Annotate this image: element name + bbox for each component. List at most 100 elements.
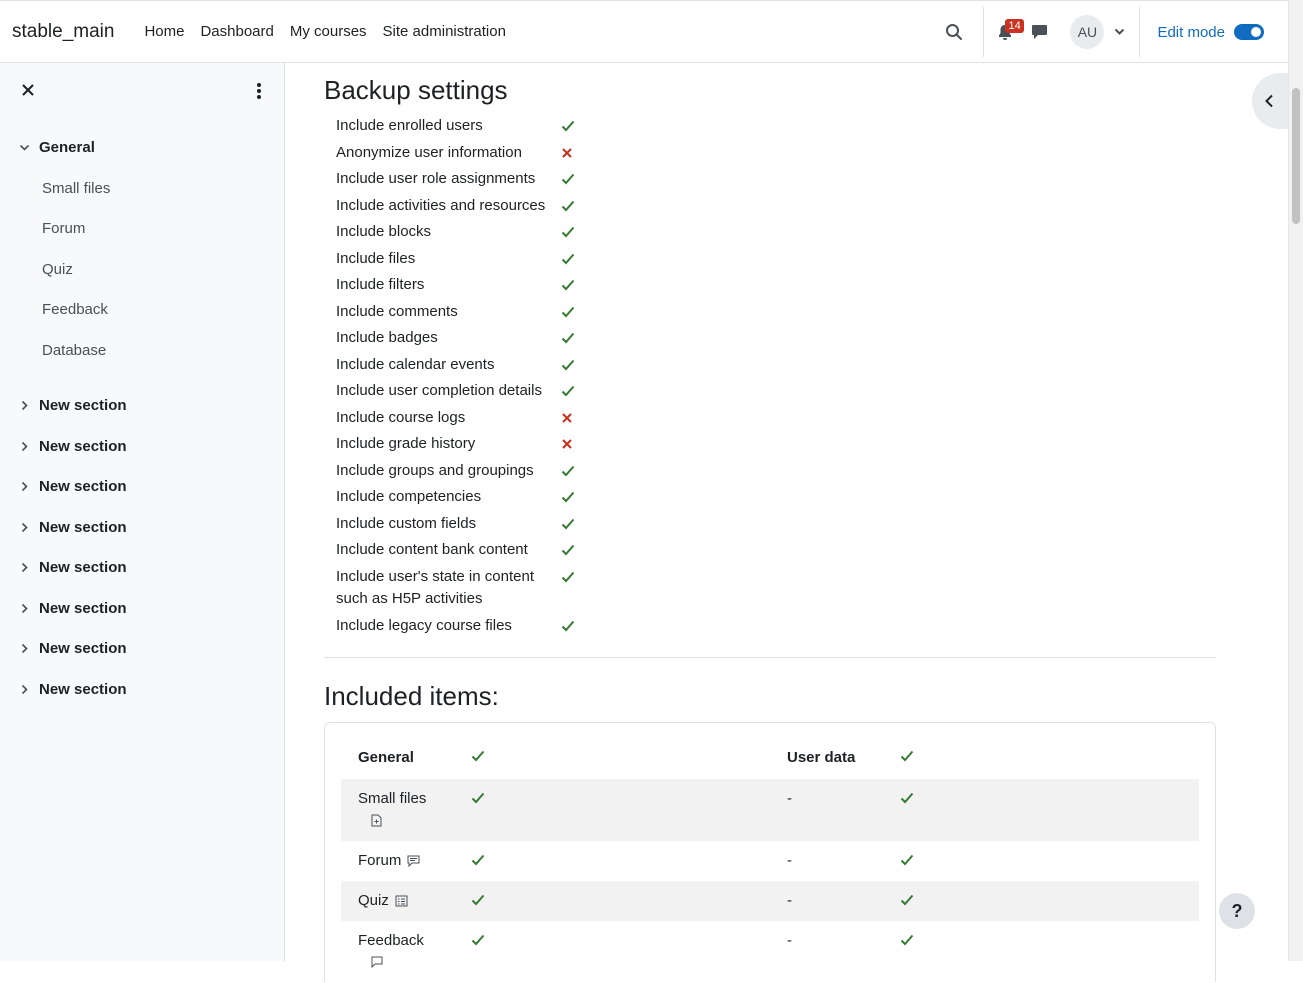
chevron-right-icon: [21, 684, 28, 695]
chevron-down-icon: [19, 144, 30, 151]
sidebar-section-general[interactable]: General: [19, 139, 95, 156]
nav-dashboard[interactable]: Dashboard: [200, 23, 273, 40]
user-menu-chevron-down-icon[interactable]: [1114, 23, 1125, 41]
chevron-right-icon: [21, 441, 28, 452]
placeholder-dash: -: [787, 790, 792, 807]
check-icon: [561, 384, 575, 398]
placeholder-dash: -: [787, 932, 792, 949]
file-icon: [365, 814, 382, 827]
backup-setting-label: Include files: [336, 250, 416, 267]
navbar-divider: [1139, 7, 1141, 57]
user-data-column-label: User data: [787, 749, 856, 766]
sidebar-item-forum[interactable]: Forum: [42, 220, 85, 237]
sidebar-item-database[interactable]: Database: [42, 342, 106, 359]
check-icon: [561, 119, 575, 133]
placeholder-dash: -: [787, 892, 792, 909]
cross-icon: [561, 146, 575, 160]
backup-setting-label: Include user role assignments: [336, 170, 536, 187]
check-icon: [465, 894, 485, 906]
sidebar-section-new-section[interactable]: New section: [19, 681, 127, 698]
check-icon: [561, 619, 575, 633]
help-button[interactable]: ?: [1219, 893, 1255, 929]
placeholder-dash: -: [787, 852, 792, 869]
nav-my-courses[interactable]: My courses: [290, 23, 367, 40]
check-icon: [894, 934, 914, 946]
scrollbar-thumb[interactable]: [1292, 88, 1300, 224]
course-index-drawer: General Small files Forum Quiz Feedback …: [0, 63, 285, 961]
check-icon: [465, 792, 485, 804]
sidebar-item-feedback[interactable]: Feedback: [42, 301, 108, 318]
check-icon: [561, 199, 575, 213]
table-row: Feedback -: [341, 921, 1199, 983]
backup-setting-label: Include calendar events: [336, 356, 495, 373]
general-column-label: General: [358, 749, 414, 766]
backup-setting-label: Include course logs: [336, 409, 466, 426]
sidebar-section-new-section[interactable]: New section: [19, 640, 127, 657]
chevron-right-icon: [21, 562, 28, 573]
check-icon: [561, 172, 575, 186]
cross-icon: [561, 437, 575, 451]
notification-count-badge: 14: [1005, 19, 1024, 33]
check-icon: [561, 252, 575, 266]
backup-setting-label: Include activities and resources: [336, 197, 546, 214]
check-icon: [561, 517, 575, 531]
backup-setting-label: Include user completion details: [336, 382, 542, 399]
search-icon[interactable]: [939, 17, 969, 47]
sidebar-section-label: New section: [39, 681, 127, 698]
check-icon: [465, 854, 485, 866]
sidebar-section-new-section[interactable]: New section: [19, 478, 127, 495]
navbar-divider: [983, 7, 985, 57]
check-icon: [561, 490, 575, 504]
sidebar-section-new-section[interactable]: New section: [19, 397, 127, 414]
check-icon: [465, 934, 485, 946]
sidebar-item-quiz[interactable]: Quiz: [42, 261, 73, 278]
site-brand[interactable]: stable_main: [12, 21, 114, 43]
check-icon: [894, 894, 914, 906]
sidebar-item-small-files[interactable]: Small files: [42, 180, 110, 197]
sidebar-section-new-section[interactable]: New section: [19, 559, 127, 576]
sidebar-section-new-section[interactable]: New section: [19, 519, 127, 536]
cross-icon: [561, 411, 575, 425]
backup-setting-label: Anonymize user information: [336, 144, 522, 161]
user-data-check-icon: [894, 750, 914, 762]
backup-setting-label: Include comments: [336, 303, 458, 320]
check-icon: [894, 854, 914, 866]
close-drawer-icon[interactable]: [18, 80, 38, 100]
nav-home[interactable]: Home: [144, 23, 184, 40]
check-icon: [561, 305, 575, 319]
table-row: Small files -: [341, 779, 1199, 841]
item-name: Small files: [358, 790, 427, 807]
general-check-icon: [465, 750, 485, 762]
chevron-right-icon: [21, 603, 28, 614]
nav-site-administration[interactable]: Site administration: [383, 23, 506, 40]
sidebar-section-new-section[interactable]: New section: [19, 438, 127, 455]
sidebar-section-label: General: [39, 139, 95, 156]
backup-setting-label: Include blocks: [336, 223, 432, 240]
check-icon: [561, 358, 575, 372]
backup-setting-label: Include badges: [336, 329, 438, 346]
sidebar-section-label: New section: [39, 438, 127, 455]
section-divider: [324, 657, 1216, 658]
item-name: Quiz: [358, 892, 389, 909]
item-name-with-icon: Forum: [358, 852, 420, 869]
check-icon: [561, 278, 575, 292]
check-icon: [561, 570, 575, 584]
main-content: Backup settings Include enrolled users An…: [285, 63, 1288, 982]
backup-setting-label: Include enrolled users: [336, 117, 483, 134]
more-options-icon[interactable]: [250, 81, 268, 101]
sidebar-section-new-section[interactable]: New section: [19, 600, 127, 617]
page-scrollbar[interactable]: [1288, 0, 1303, 961]
chevron-right-icon: [21, 643, 28, 654]
edit-mode-label: Edit mode: [1157, 23, 1225, 41]
sidebar-section-label: New section: [39, 519, 127, 536]
backup-setting-label: Include grade history: [336, 435, 476, 452]
messages-icon[interactable]: [1024, 17, 1054, 47]
check-icon: [561, 543, 575, 557]
edit-mode-toggle[interactable]: [1234, 24, 1264, 40]
table-row: Forum -: [341, 841, 1199, 881]
sidebar-section-label: New section: [39, 640, 127, 657]
table-header-row: General User data: [341, 741, 1199, 775]
user-avatar[interactable]: AU: [1070, 15, 1105, 49]
notification-bell-icon[interactable]: 14: [990, 17, 1024, 47]
item-name-with-icon: Quiz: [358, 892, 408, 909]
